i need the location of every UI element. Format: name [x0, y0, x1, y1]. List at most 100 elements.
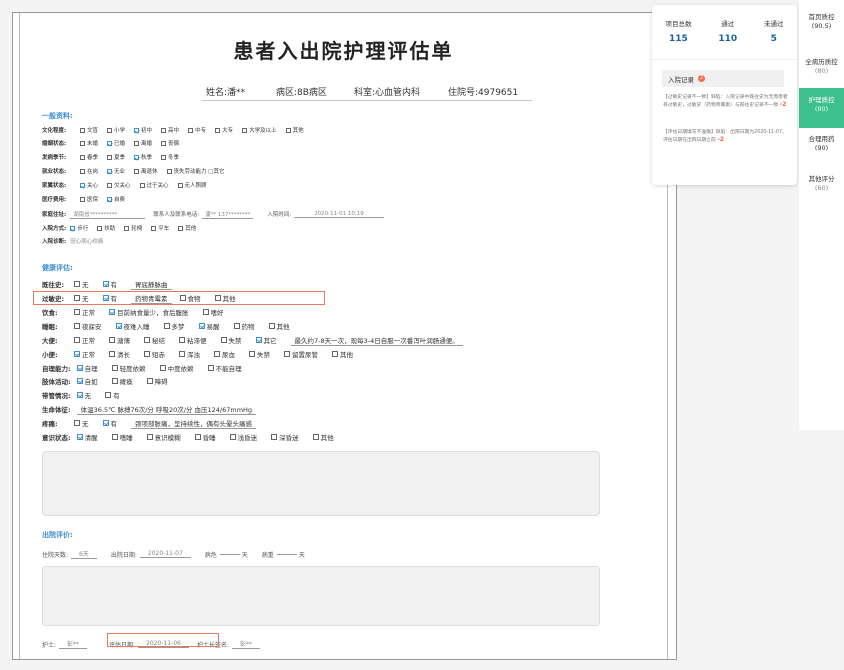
checkbox-option[interactable]: 瘫痪 [111, 376, 133, 386]
checkbox-option[interactable]: 离退休 [134, 167, 158, 175]
checkbox-option[interactable]: 自如 [76, 376, 98, 386]
checkbox-option[interactable]: 无 [74, 279, 89, 289]
contact-value[interactable]: 潘** 137******** [202, 210, 254, 219]
checkbox-option[interactable]: 欠关心 [107, 181, 131, 189]
checkbox-icon[interactable] [144, 337, 150, 343]
checkbox-icon[interactable] [146, 378, 153, 384]
sidebar-item-nursing-qc[interactable]: 护理质控 (90) [799, 88, 844, 128]
checkbox-option[interactable]: 未婚 [80, 139, 98, 147]
checkbox-icon[interactable] [76, 365, 83, 371]
checkbox-icon[interactable] [80, 168, 85, 174]
checkbox-option[interactable]: 已婚 [107, 139, 125, 147]
checkbox-option[interactable]: 医保 [80, 195, 98, 203]
checkbox-option[interactable]: 清醒 [76, 432, 98, 442]
checkbox-option[interactable]: 有 [102, 418, 117, 428]
checkbox-icon[interactable] [80, 182, 85, 188]
checkbox-option[interactable]: 不能自理 [207, 363, 242, 373]
checkbox-icon[interactable] [285, 127, 291, 133]
checkbox-icon[interactable] [161, 154, 167, 160]
checkbox-icon[interactable] [107, 196, 113, 202]
checkbox-icon[interactable] [109, 309, 115, 315]
checkbox-icon[interactable] [179, 337, 185, 343]
checkbox-option[interactable]: 过于关心 [139, 181, 169, 189]
sidebar-item-homepage-qc[interactable]: 首页质控 (90.5) [799, 10, 844, 40]
checkbox-icon[interactable] [242, 127, 248, 133]
checkbox-option[interactable]: 障碍 [146, 376, 168, 386]
checkbox-icon[interactable] [268, 323, 275, 329]
checkbox-icon[interactable] [159, 365, 166, 371]
checkbox-icon[interactable] [80, 127, 85, 133]
checkbox-option[interactable]: 留置尿管 [284, 349, 318, 359]
checkbox-option[interactable]: 失禁 [220, 335, 242, 345]
checkbox-option[interactable]: 关心 [80, 181, 98, 189]
discharge-notes-area[interactable] [42, 566, 600, 626]
checkbox-icon[interactable] [74, 337, 80, 343]
sidebar-item-rational-drug[interactable]: 合理用药 (90) [799, 132, 844, 162]
checkbox-option[interactable]: 有 [105, 390, 120, 400]
error-item[interactable]: 【评估日期填写不准确】缺陷：出院日期为2020-11-07，评估日期在出院日期之… [663, 130, 788, 144]
checkbox-option[interactable]: 丧偶 [161, 139, 179, 147]
checkbox-icon[interactable] [109, 351, 115, 357]
checkbox-icon[interactable] [115, 323, 122, 329]
checkbox-icon[interactable] [229, 434, 236, 440]
health-row-value[interactable]: 最久约7-8天一次，现每3-4日自服一次番泻叶润肠通便。 [290, 335, 463, 346]
checkbox-icon[interactable] [76, 378, 83, 384]
checkbox-icon[interactable] [151, 225, 157, 231]
checkbox-option[interactable]: 夜寐安 [74, 321, 102, 331]
checkbox-option[interactable]: 文盲 [80, 126, 98, 134]
address-value[interactable]: 湖南省********** [70, 210, 146, 219]
checkbox-option[interactable]: 大学及以上 [242, 126, 277, 134]
checkbox-option[interactable]: 平车 [151, 224, 169, 232]
nurse-value[interactable]: 彭** [59, 639, 88, 649]
checkbox-option[interactable]: 易醒 [198, 321, 220, 331]
checkbox-icon[interactable] [111, 365, 118, 371]
checkbox-icon[interactable] [102, 420, 109, 426]
checkbox-option[interactable]: 夜难入睡 [115, 321, 150, 331]
checkbox-icon[interactable] [194, 434, 201, 440]
checkbox-option[interactable]: 正常 [74, 335, 95, 345]
checkbox-icon[interactable] [178, 225, 184, 231]
checkbox-option[interactable]: 有 [102, 279, 117, 289]
checkbox-icon[interactable] [107, 154, 113, 160]
checkbox-icon[interactable] [134, 168, 140, 174]
checkbox-option[interactable]: 多梦 [163, 321, 185, 331]
checkbox-option[interactable]: 溏薄 [109, 335, 130, 345]
checkbox-icon[interactable] [144, 351, 150, 357]
checkbox-icon[interactable] [74, 281, 80, 287]
checkbox-option[interactable]: 昏睡 [194, 432, 216, 442]
admit-time-value[interactable]: 2020-11-01 10:19 [294, 211, 384, 218]
checkbox-icon[interactable] [111, 434, 118, 440]
checkbox-icon[interactable] [146, 434, 153, 440]
checkbox-option[interactable]: 离婚 [134, 139, 152, 147]
checkbox-icon[interactable] [105, 392, 112, 398]
checkbox-option[interactable]: 无人照顾 [177, 181, 207, 189]
checkbox-option[interactable]: 其他 [178, 224, 196, 232]
checkbox-option[interactable]: 短赤 [144, 349, 165, 359]
checkbox-icon[interactable] [107, 182, 113, 188]
checkbox-icon[interactable] [198, 323, 205, 329]
tab-admission-record[interactable]: 入院记录 2 [662, 70, 784, 87]
checkbox-icon[interactable] [124, 225, 130, 231]
checkbox-icon[interactable] [74, 420, 80, 426]
checkbox-option[interactable]: 清长 [109, 349, 130, 359]
checkbox-icon[interactable] [271, 434, 278, 440]
checkbox-option[interactable]: 秋季 [134, 153, 152, 161]
checkbox-icon[interactable] [70, 225, 76, 231]
sidebar-item-full-record-qc[interactable]: 全病历质控 (80) [799, 55, 844, 85]
checkbox-icon[interactable] [97, 225, 103, 231]
checkbox-option[interactable]: 秘结 [144, 335, 165, 345]
checkbox-option[interactable]: 春季 [80, 153, 98, 161]
checkbox-option[interactable]: 初中 [134, 126, 152, 134]
checkbox-icon[interactable] [134, 127, 140, 133]
checkbox-icon[interactable] [80, 196, 85, 202]
checkbox-icon[interactable] [102, 281, 109, 287]
health-notes-area[interactable] [42, 451, 600, 516]
checkbox-icon[interactable] [134, 154, 140, 160]
checkbox-option[interactable]: 意识模糊 [146, 432, 181, 442]
checkbox-option[interactable]: 在岗 [80, 167, 98, 175]
checkbox-icon[interactable] [207, 365, 214, 371]
checkbox-icon[interactable] [332, 351, 338, 357]
checkbox-icon[interactable] [80, 154, 85, 160]
checkbox-icon[interactable] [161, 140, 167, 146]
checkbox-option[interactable]: 嗜睡 [111, 432, 133, 442]
